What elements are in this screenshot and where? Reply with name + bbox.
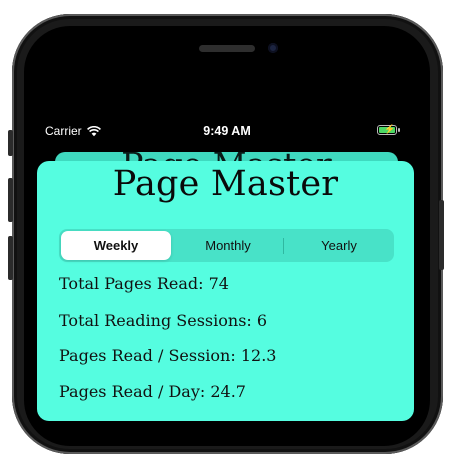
stat-pages-per-day: Pages Read / Day: 24.7 [59,382,246,401]
front-camera [268,43,278,53]
segment-monthly[interactable]: Monthly [173,229,283,262]
stat-total-pages: Total Pages Read: 74 [59,274,229,293]
stat-pages-per-session: Pages Read / Session: 12.3 [59,346,277,365]
speaker [199,45,255,52]
power-button [439,200,444,270]
battery-charging-icon: ⚡ [377,124,400,135]
status-bar: Carrier 9:49 AM ⚡ [24,120,430,142]
stats-card: Page Master Weekly Monthly Yearly Total … [37,161,414,421]
stat-total-sessions: Total Reading Sessions: 6 [59,311,268,330]
segment-yearly[interactable]: Yearly [284,229,394,262]
status-time: 9:49 AM [203,124,251,138]
volume-up-button [8,178,13,222]
segment-weekly[interactable]: Weekly [61,231,171,260]
volume-down-button [8,236,13,280]
period-segmented-control: Weekly Monthly Yearly [59,229,394,262]
side-button [8,130,13,156]
page-title: Page Master [112,164,339,204]
